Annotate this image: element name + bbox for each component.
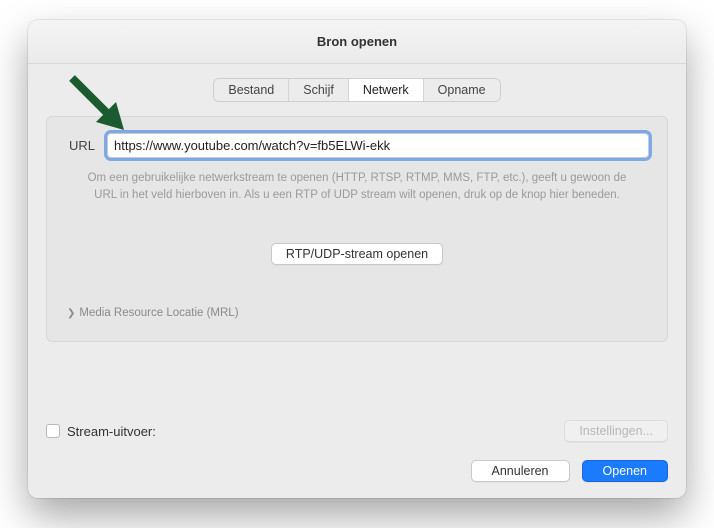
cancel-button[interactable]: Annuleren	[471, 460, 570, 482]
window-title: Bron openen	[317, 34, 397, 49]
rtp-udp-button[interactable]: RTP/UDP-stream openen	[271, 243, 443, 265]
segmented-control: Bestand Schijf Netwerk Opname	[213, 78, 500, 102]
network-panel: URL Om een gebruikelijke netwerkstream t…	[46, 116, 668, 342]
rtp-button-wrap: RTP/UDP-stream openen	[65, 243, 649, 265]
titlebar: Bron openen	[28, 20, 686, 64]
dialog-content: Bestand Schijf Netwerk Opname URL Om een…	[28, 64, 686, 408]
tab-schijf[interactable]: Schijf	[289, 79, 349, 101]
source-tabs: Bestand Schijf Netwerk Opname	[46, 78, 668, 102]
url-row: URL	[65, 133, 649, 158]
stream-settings-button[interactable]: Instellingen...	[564, 420, 668, 442]
stream-output-checkbox-wrap[interactable]: Stream-uitvoer:	[46, 424, 156, 439]
mrl-disclosure-label: Media Resource Locatie (MRL)	[79, 307, 238, 319]
open-button[interactable]: Openen	[582, 460, 668, 482]
chevron-right-icon: ❯	[67, 308, 75, 319]
url-input[interactable]	[107, 133, 649, 158]
stream-output-row: Stream-uitvoer: Instellingen...	[46, 420, 668, 442]
mrl-disclosure[interactable]: ❯ Media Resource Locatie (MRL)	[65, 303, 649, 319]
tab-opname[interactable]: Opname	[424, 79, 500, 101]
dialog-actions: Annuleren Openen	[46, 460, 668, 482]
url-label: URL	[65, 138, 95, 153]
help-text: Om een gebruikelijke netwerkstream te op…	[65, 170, 649, 203]
tab-bestand[interactable]: Bestand	[214, 79, 289, 101]
stream-output-checkbox[interactable]	[46, 424, 60, 438]
tab-netwerk[interactable]: Netwerk	[349, 79, 424, 101]
open-source-window: Bron openen Bestand Schijf Netwerk Opnam…	[28, 20, 686, 498]
bottom-area: Stream-uitvoer: Instellingen... Annulere…	[28, 408, 686, 498]
stream-output-label: Stream-uitvoer:	[67, 424, 156, 439]
